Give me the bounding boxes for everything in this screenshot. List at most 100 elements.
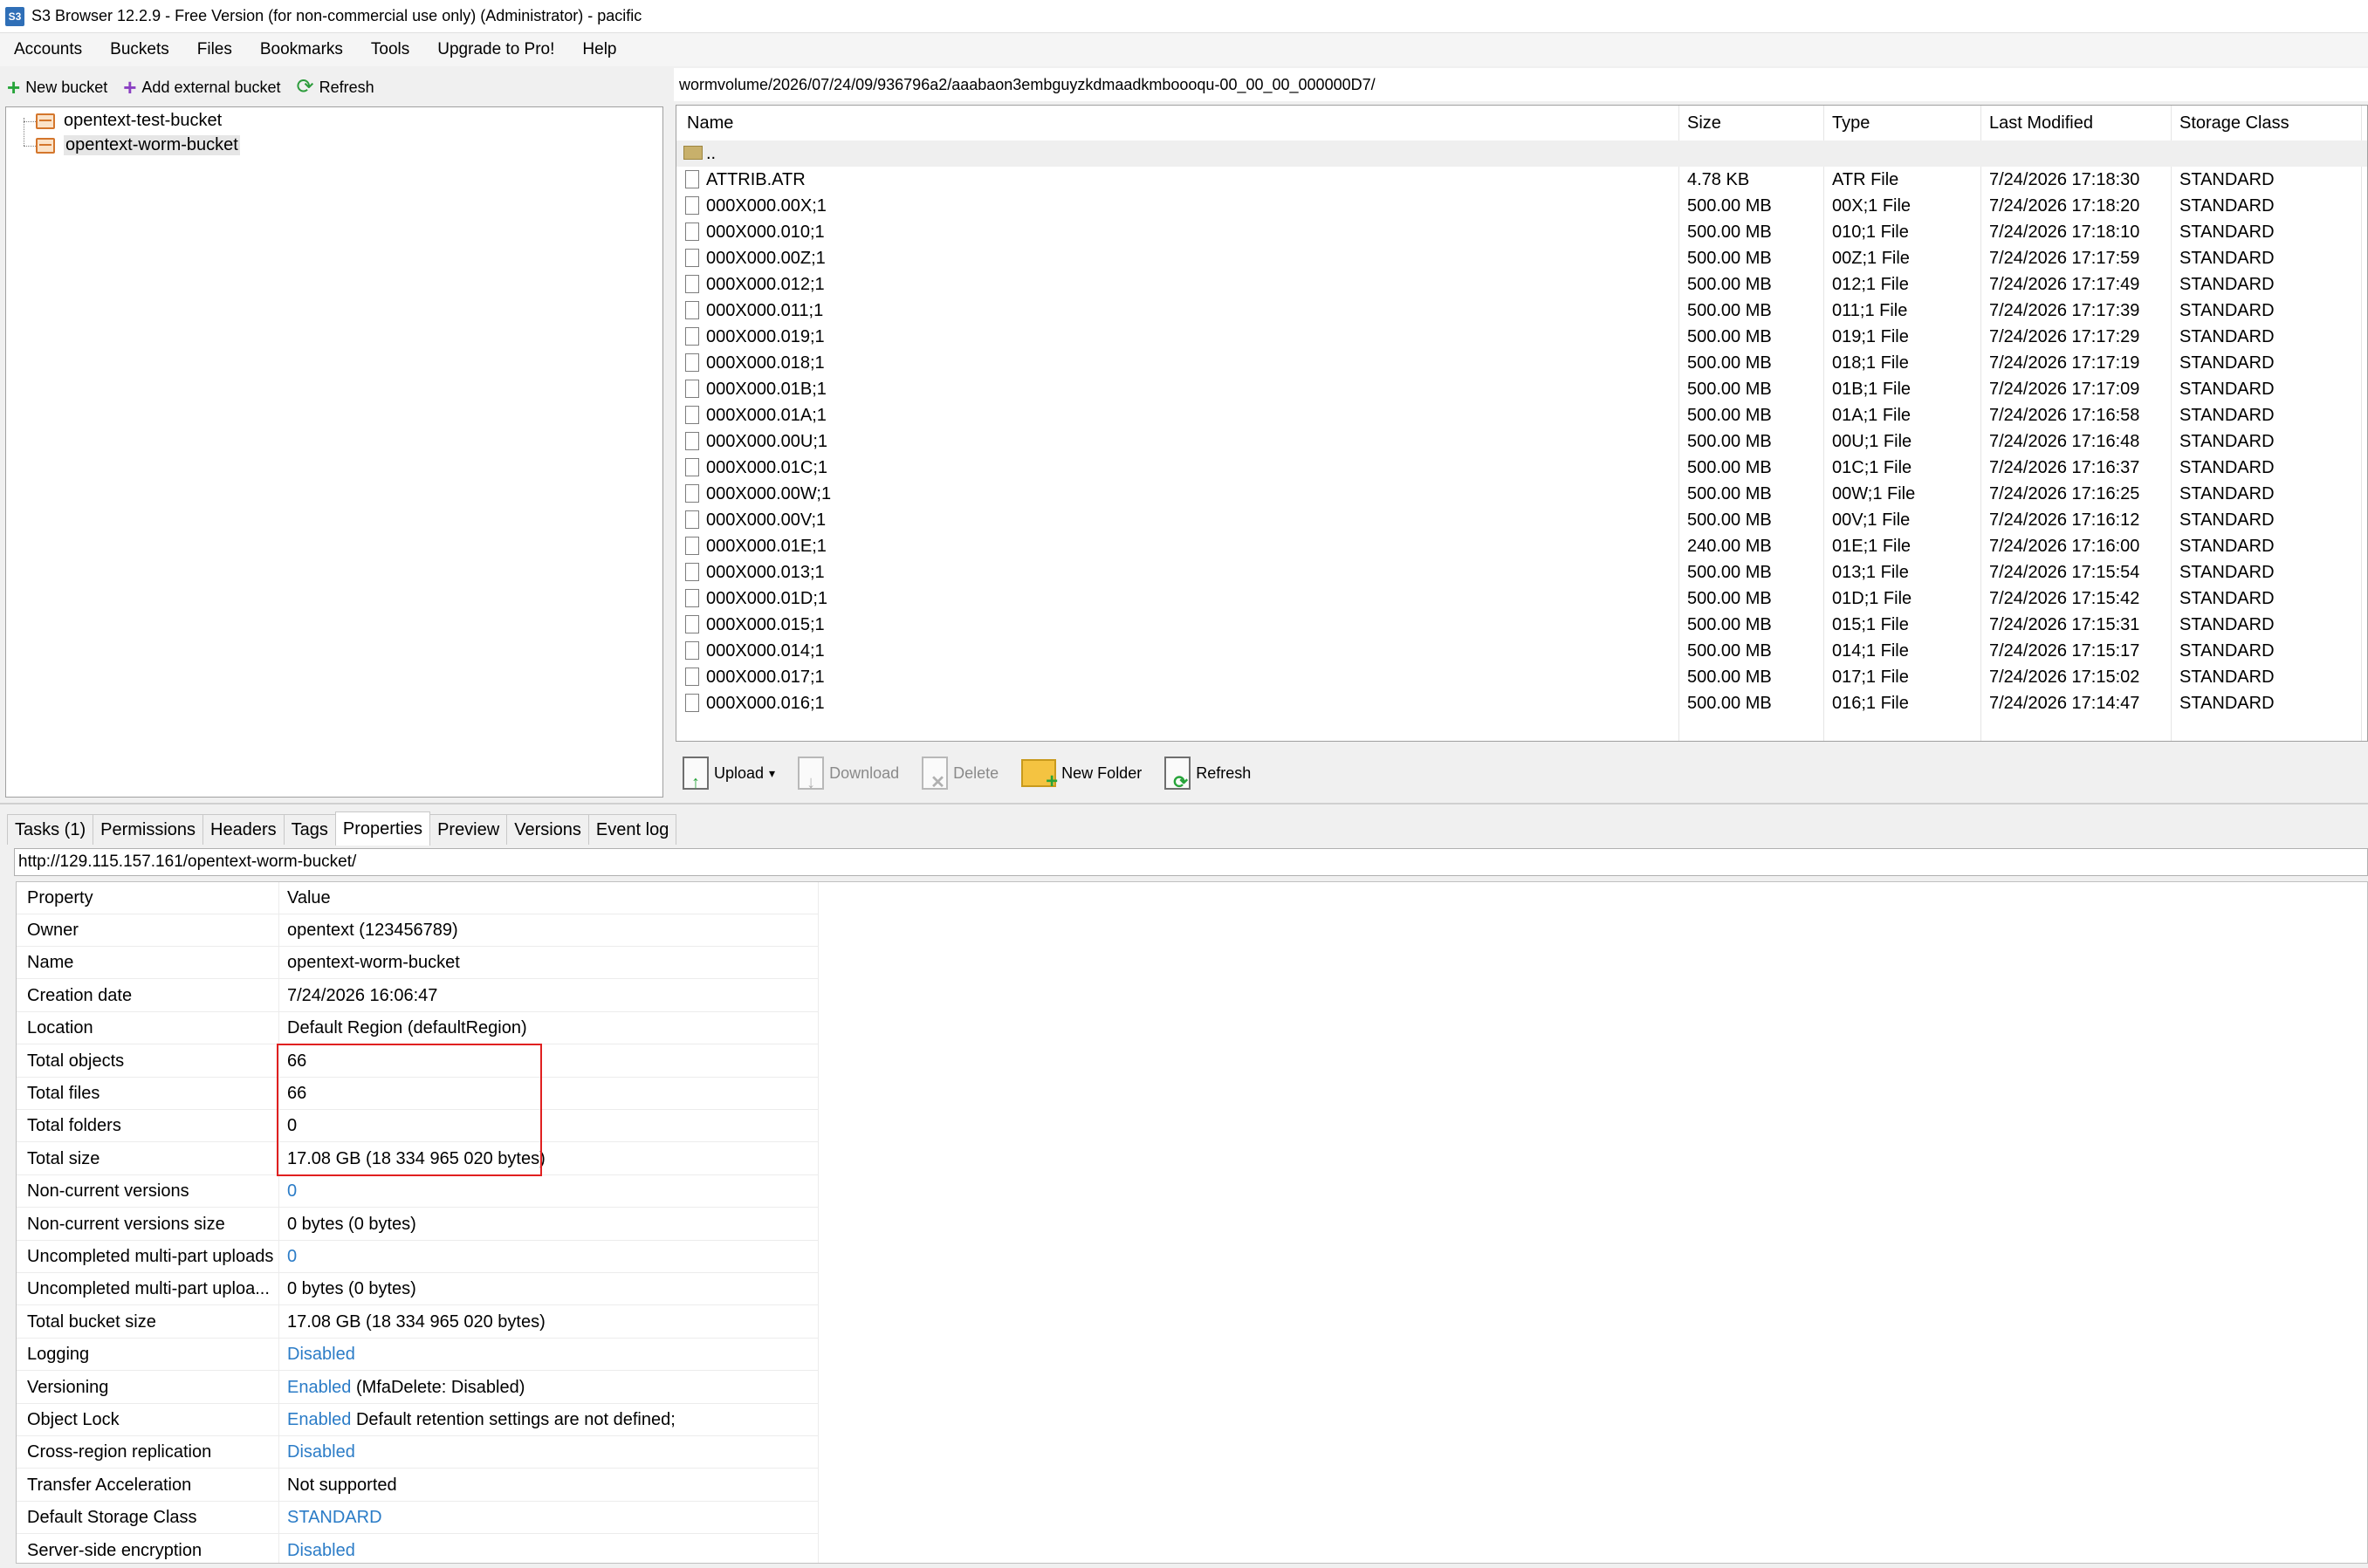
- file-size: 500.00 MB: [1687, 694, 1772, 713]
- file-row[interactable]: 000X000.01A;1 500.00 MB 01A;1 File 7/24/202…: [676, 402, 2367, 428]
- property-name: Name: [27, 953, 74, 973]
- property-row: Location Default Region (defaultRegion): [17, 1012, 818, 1045]
- column-type[interactable]: Type: [1825, 106, 1979, 140]
- property-name: Default Storage Class: [27, 1508, 197, 1528]
- tab-permissions[interactable]: Permissions: [93, 814, 204, 845]
- menu-tools[interactable]: Tools: [357, 35, 423, 65]
- file-row[interactable]: 000X000.00V;1 500.00 MB 00V;1 File 7/24/202…: [676, 507, 2367, 533]
- tab-versions[interactable]: Versions: [506, 814, 589, 845]
- file-row[interactable]: 000X000.00X;1 500.00 MB 00X;1 File 7/24/202…: [676, 193, 2367, 219]
- file-row[interactable]: 000X000.018;1 500.00 MB 018;1 File 7/24/202…: [676, 350, 2367, 376]
- file-row[interactable]: 000X000.016;1 500.00 MB 016;1 File 7/24/202…: [676, 690, 2367, 716]
- menu-help[interactable]: Help: [568, 35, 630, 65]
- menu-accounts[interactable]: Accounts: [0, 35, 96, 65]
- tree-item-bucket[interactable]: opentext-test-bucket: [36, 111, 222, 131]
- file-icon: [685, 301, 699, 319]
- file-size: 500.00 MB: [1687, 380, 1772, 399]
- splitter[interactable]: [0, 803, 2368, 805]
- file-modified: 7/24/2026 17:16:58: [1989, 406, 2140, 425]
- property-value-text: 66: [287, 1051, 307, 1071]
- menu-upgrade[interactable]: Upgrade to Pro!: [423, 35, 568, 65]
- property-value: Disabled: [287, 1436, 355, 1469]
- column-size[interactable]: Size: [1680, 106, 1820, 140]
- file-row[interactable]: 000X000.01B;1 500.00 MB 01B;1 File 7/24/202…: [676, 376, 2367, 402]
- path-breadcrumb[interactable]: wormvolume/2026/07/24/09/936796a2/aaabao…: [674, 68, 2368, 101]
- property-link[interactable]: Disabled: [287, 1541, 355, 1560]
- property-value: 0 bytes (0 bytes): [287, 1209, 416, 1241]
- new-bucket-label: New bucket: [25, 78, 108, 96]
- bucket-url-field[interactable]: http://129.115.157.161/opentext-worm-buc…: [14, 848, 2368, 876]
- delete-button[interactable]: ✕ Delete: [918, 751, 1002, 795]
- file-row[interactable]: 000X000.00W;1 500.00 MB 00W;1 File 7/24/202…: [676, 481, 2367, 507]
- tree-connector: [24, 121, 36, 122]
- tab-preview[interactable]: Preview: [429, 814, 508, 845]
- column-name[interactable]: Name: [680, 106, 1256, 140]
- file-size: 500.00 MB: [1687, 668, 1772, 687]
- property-link[interactable]: Disabled: [287, 1345, 355, 1364]
- file-row[interactable]: 000X000.013;1 500.00 MB 013;1 File 7/24/202…: [676, 559, 2367, 585]
- file-row[interactable]: 000X000.019;1 500.00 MB 019;1 File 7/24/202…: [676, 324, 2367, 350]
- file-modified: 7/24/2026 17:18:30: [1989, 170, 2140, 189]
- tab-headers[interactable]: Headers: [202, 814, 285, 845]
- menu-buckets[interactable]: Buckets: [96, 35, 183, 65]
- property-name: Transfer Acceleration: [27, 1475, 192, 1495]
- new-bucket-button[interactable]: + New bucket: [3, 72, 111, 103]
- file-name: 000X000.014;1: [706, 641, 825, 661]
- property-link[interactable]: Disabled: [287, 1442, 355, 1462]
- file-row[interactable]: 000X000.014;1 500.00 MB 014;1 File 7/24/202…: [676, 638, 2367, 664]
- property-name: Non-current versions size: [27, 1214, 225, 1234]
- tab-tasks[interactable]: Tasks (1): [7, 814, 94, 845]
- column-storage-class[interactable]: Storage Class: [2172, 106, 2356, 140]
- file-row[interactable]: 000X000.015;1 500.00 MB 015;1 File 7/24/202…: [676, 612, 2367, 638]
- file-row[interactable]: 000X000.01E;1 240.00 MB 01E;1 File 7/24/202…: [676, 533, 2367, 559]
- property-value-text: 0 bytes (0 bytes): [287, 1214, 416, 1234]
- refresh-buckets-button[interactable]: ⟳ Refresh: [293, 72, 378, 103]
- property-link[interactable]: STANDARD: [287, 1508, 382, 1527]
- refresh-files-icon: ⟳: [1164, 757, 1191, 791]
- tree-item-bucket-selected[interactable]: opentext-worm-bucket: [36, 135, 240, 155]
- property-value: STANDARD: [287, 1502, 382, 1534]
- file-row[interactable]: 000X000.00U;1 500.00 MB 00U;1 File 7/24/202…: [676, 428, 2367, 455]
- file-icon: [685, 458, 699, 476]
- file-size: 500.00 MB: [1687, 275, 1772, 294]
- file-row[interactable]: 000X000.017;1 500.00 MB 017;1 File 7/24/202…: [676, 664, 2367, 690]
- file-row[interactable]: 000X000.01D;1 500.00 MB 01D;1 File 7/24/202…: [676, 585, 2367, 612]
- property-value-text: 17.08 GB (18 334 965 020 bytes): [287, 1148, 546, 1168]
- property-link[interactable]: 0: [287, 1247, 297, 1266]
- file-icon: [685, 484, 699, 503]
- tab-properties[interactable]: Properties: [334, 811, 431, 846]
- tab-event-log[interactable]: Event log: [587, 814, 677, 845]
- property-link[interactable]: Enabled: [287, 1410, 351, 1429]
- file-name: 000X000.013;1: [706, 563, 825, 582]
- new-folder-button[interactable]: + New Folder: [1018, 751, 1145, 795]
- file-name: 000X000.01C;1: [706, 458, 828, 477]
- property-link[interactable]: 0: [287, 1181, 297, 1201]
- file-row[interactable]: ATTRIB.ATR 4.78 KB ATR File 7/24/2026 17:18…: [676, 167, 2367, 193]
- file-row[interactable]: 000X000.011;1 500.00 MB 011;1 File 7/24/202…: [676, 298, 2367, 324]
- upload-label: Upload: [714, 763, 765, 782]
- menu-bookmarks[interactable]: Bookmarks: [246, 35, 357, 65]
- property-value: 0: [287, 1110, 297, 1142]
- tab-tags[interactable]: Tags: [283, 814, 336, 845]
- parent-folder-row[interactable]: ..: [676, 140, 2367, 167]
- file-row[interactable]: 000X000.010;1 500.00 MB 010;1 File 7/24/202…: [676, 219, 2367, 245]
- file-storage-class: STANDARD: [2179, 380, 2275, 399]
- upload-button[interactable]: ↑ Upload ▾: [679, 751, 779, 795]
- property-link[interactable]: Enabled: [287, 1378, 351, 1397]
- column-last-modified[interactable]: Last Modified: [1982, 106, 2166, 140]
- upload-dropdown-icon[interactable]: ▾: [769, 766, 775, 781]
- file-type: 01A;1 File: [1832, 406, 1912, 425]
- download-button[interactable]: ↓ Download: [794, 751, 903, 795]
- file-row[interactable]: 000X000.012;1 500.00 MB 012;1 File 7/24/202…: [676, 271, 2367, 298]
- property-row: Uncompleted multi-part uploads 0: [17, 1241, 818, 1273]
- file-icon: [685, 694, 699, 712]
- bucket-toolbar: + New bucket + Add external bucket ⟳ Ref…: [3, 68, 663, 106]
- file-row[interactable]: 000X000.01C;1 500.00 MB 01C;1 File 7/24/202…: [676, 455, 2367, 481]
- refresh-files-button[interactable]: ⟳ Refresh: [1161, 751, 1254, 795]
- add-external-bucket-button[interactable]: + Add external bucket: [120, 72, 284, 103]
- menu-files[interactable]: Files: [183, 35, 246, 65]
- file-storage-class: STANDARD: [2179, 589, 2275, 608]
- property-name: Location: [27, 1018, 93, 1038]
- file-icon: [685, 249, 699, 267]
- file-row[interactable]: 000X000.00Z;1 500.00 MB 00Z;1 File 7/24/202…: [676, 245, 2367, 271]
